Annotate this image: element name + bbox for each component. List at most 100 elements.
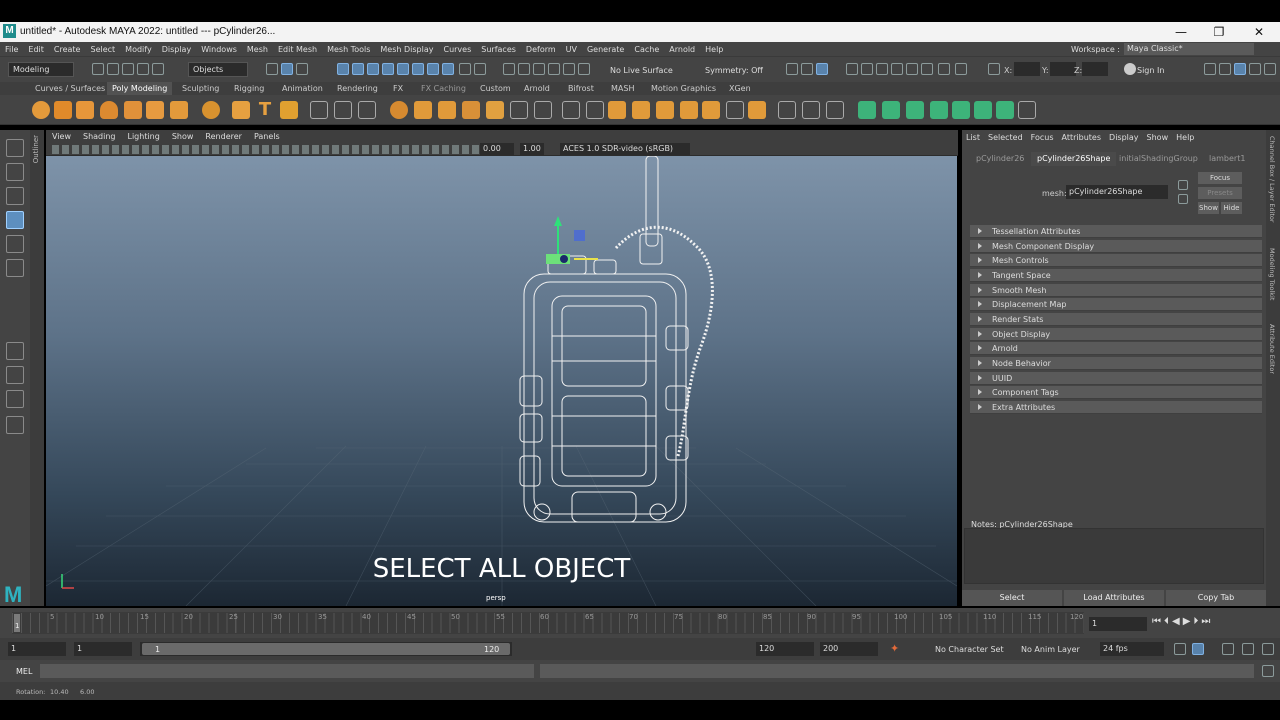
focus-button[interactable]: Focus [1198,172,1242,184]
new-scene-icon[interactable] [92,63,104,75]
automatic-map-icon[interactable] [952,101,970,119]
node-tab-lambert1[interactable]: lambert1 [1203,152,1251,166]
attribute-editor-icon[interactable] [1234,63,1246,75]
reduce-icon[interactable] [534,101,552,119]
pick-mask-icon[interactable] [337,63,349,75]
menu-curves[interactable]: Curves [438,45,476,54]
viewport-menu-renderer[interactable]: Renderer [199,132,248,141]
attribute-editor-tab[interactable]: Attribute Editor [1268,324,1276,374]
mirror-icon[interactable] [414,101,432,119]
section-mesh-component-display[interactable]: Mesh Component Display [970,240,1262,253]
time-slider[interactable]: 1 5 10 15 20 25 30 35 40 45 50 55 60 65 … [0,608,1280,638]
ae-menu-attributes[interactable]: Attributes [1058,133,1106,142]
show-button[interactable]: Show [1198,202,1219,214]
snap-point-icon[interactable] [533,63,545,75]
symmetry-dropdown[interactable]: Symmetry: Off [705,66,763,75]
wedge-icon[interactable] [656,101,674,119]
shelf-tab-curves-surfaces[interactable]: Curves / Surfaces [30,82,110,95]
section-extra-attributes[interactable]: Extra Attributes [970,401,1262,414]
menu-create[interactable]: Create [49,45,86,54]
menu-generate[interactable]: Generate [582,45,629,54]
menu-help[interactable]: Help [700,45,728,54]
shelf-tab-rigging[interactable]: Rigging [229,82,269,95]
menu-edit[interactable]: Edit [23,45,49,54]
multi-cut-icon[interactable] [778,101,796,119]
move-manipulator[interactable] [546,216,598,264]
menu-mesh-display[interactable]: Mesh Display [375,45,438,54]
playback-start-field[interactable]: 1 [74,642,132,656]
shelf-tab-poly-modeling[interactable]: Poly Modeling [107,82,173,95]
menu-surfaces[interactable]: Surfaces [476,45,521,54]
perspective-viewport[interactable]: SELECT ALL OBJECT persp [46,156,957,606]
sign-in-button[interactable]: Sign In [1137,66,1164,75]
save-scene-icon[interactable] [122,63,134,75]
menu-edit-mesh[interactable]: Edit Mesh [273,45,322,54]
menu-display[interactable]: Display [157,45,197,54]
shelf-tab-xgen[interactable]: XGen [724,82,756,95]
shelf-tab-mash[interactable]: MASH [606,82,639,95]
snap-live-icon[interactable] [563,63,575,75]
shelf-tab-custom[interactable]: Custom [475,82,516,95]
snap-grid-icon[interactable] [503,63,515,75]
render-setup-icon[interactable] [906,63,918,75]
menu-cache[interactable]: Cache [629,45,664,54]
section-uuid[interactable]: UUID [970,372,1262,385]
pick-mask-icon[interactable] [382,63,394,75]
gamma-field[interactable]: 1.00 [520,143,544,155]
ae-menu-focus[interactable]: Focus [1027,133,1058,142]
shelf-tab-rendering[interactable]: Rendering [332,82,383,95]
snap-curve-icon[interactable] [518,63,530,75]
select-button[interactable]: Select [962,590,1062,606]
go-output-icon[interactable] [1178,194,1188,204]
cache-playback-icon[interactable] [1192,643,1204,655]
pick-mask-icon[interactable] [397,63,409,75]
close-button[interactable]: ✕ [1244,24,1274,40]
shelf-tab-motion-graphics[interactable]: Motion Graphics [646,82,721,95]
sew-uv-icon[interactable] [996,101,1014,119]
pick-mask-icon[interactable] [367,63,379,75]
ae-menu-display[interactable]: Display [1105,133,1143,142]
poly-disc-icon[interactable] [170,101,188,119]
viewport-menu-lighting[interactable]: Lighting [121,132,165,141]
remesh-icon[interactable] [462,101,480,119]
fill-hole-icon[interactable] [510,101,528,119]
current-frame-field[interactable]: 1 [1089,617,1147,631]
collapse-icon[interactable] [702,101,720,119]
light-editor-icon[interactable] [921,63,933,75]
node-tab-pcylinder26shape[interactable]: pCylinder26Shape [1031,152,1117,166]
ae-menu-help[interactable]: Help [1172,133,1198,142]
tool-settings-icon[interactable] [1249,63,1261,75]
modeling-toolkit-icon[interactable] [1204,63,1216,75]
x-field[interactable] [1014,62,1040,76]
shelf-tab-sculpting[interactable]: Sculpting [177,82,224,95]
ae-menu-show[interactable]: Show [1143,133,1173,142]
section-arnold[interactable]: Arnold [970,342,1262,355]
script-editor-icon[interactable] [1262,665,1274,677]
pause-icon[interactable] [955,63,967,75]
retopologize-icon[interactable] [486,101,504,119]
outliner-strip[interactable]: Outliner [30,130,44,606]
character-set-dropdown[interactable]: No Character Set [935,645,1004,654]
section-component-tags[interactable]: Component Tags [970,386,1262,399]
shelf-tab-fx[interactable]: FX [388,82,408,95]
menu-file[interactable]: File [0,45,23,54]
arnold-render-icon[interactable] [938,63,950,75]
panel-toolbar-icons[interactable] [52,145,482,154]
extract-icon[interactable] [438,101,456,119]
section-render-stats[interactable]: Render Stats [970,313,1262,326]
super-shape-icon[interactable] [232,101,250,119]
bevel-icon[interactable] [608,101,626,119]
platonic-solid-icon[interactable] [202,101,220,119]
cylindrical-map-icon[interactable] [906,101,924,119]
shelf-tab-bifrost[interactable]: Bifrost [563,82,599,95]
append-icon[interactable] [632,101,650,119]
copy-tab-button[interactable]: Copy Tab [1166,590,1266,606]
highlight-selection-icon[interactable] [474,63,486,75]
extrude-icon[interactable] [586,101,604,119]
smooth-icon[interactable] [358,101,376,119]
menu-uv[interactable]: UV [561,45,582,54]
viewport-menu-show[interactable]: Show [166,132,200,141]
presets-button[interactable]: Presets [1198,187,1242,199]
poly-cylinder-icon[interactable] [76,101,94,119]
menu-select[interactable]: Select [85,45,120,54]
